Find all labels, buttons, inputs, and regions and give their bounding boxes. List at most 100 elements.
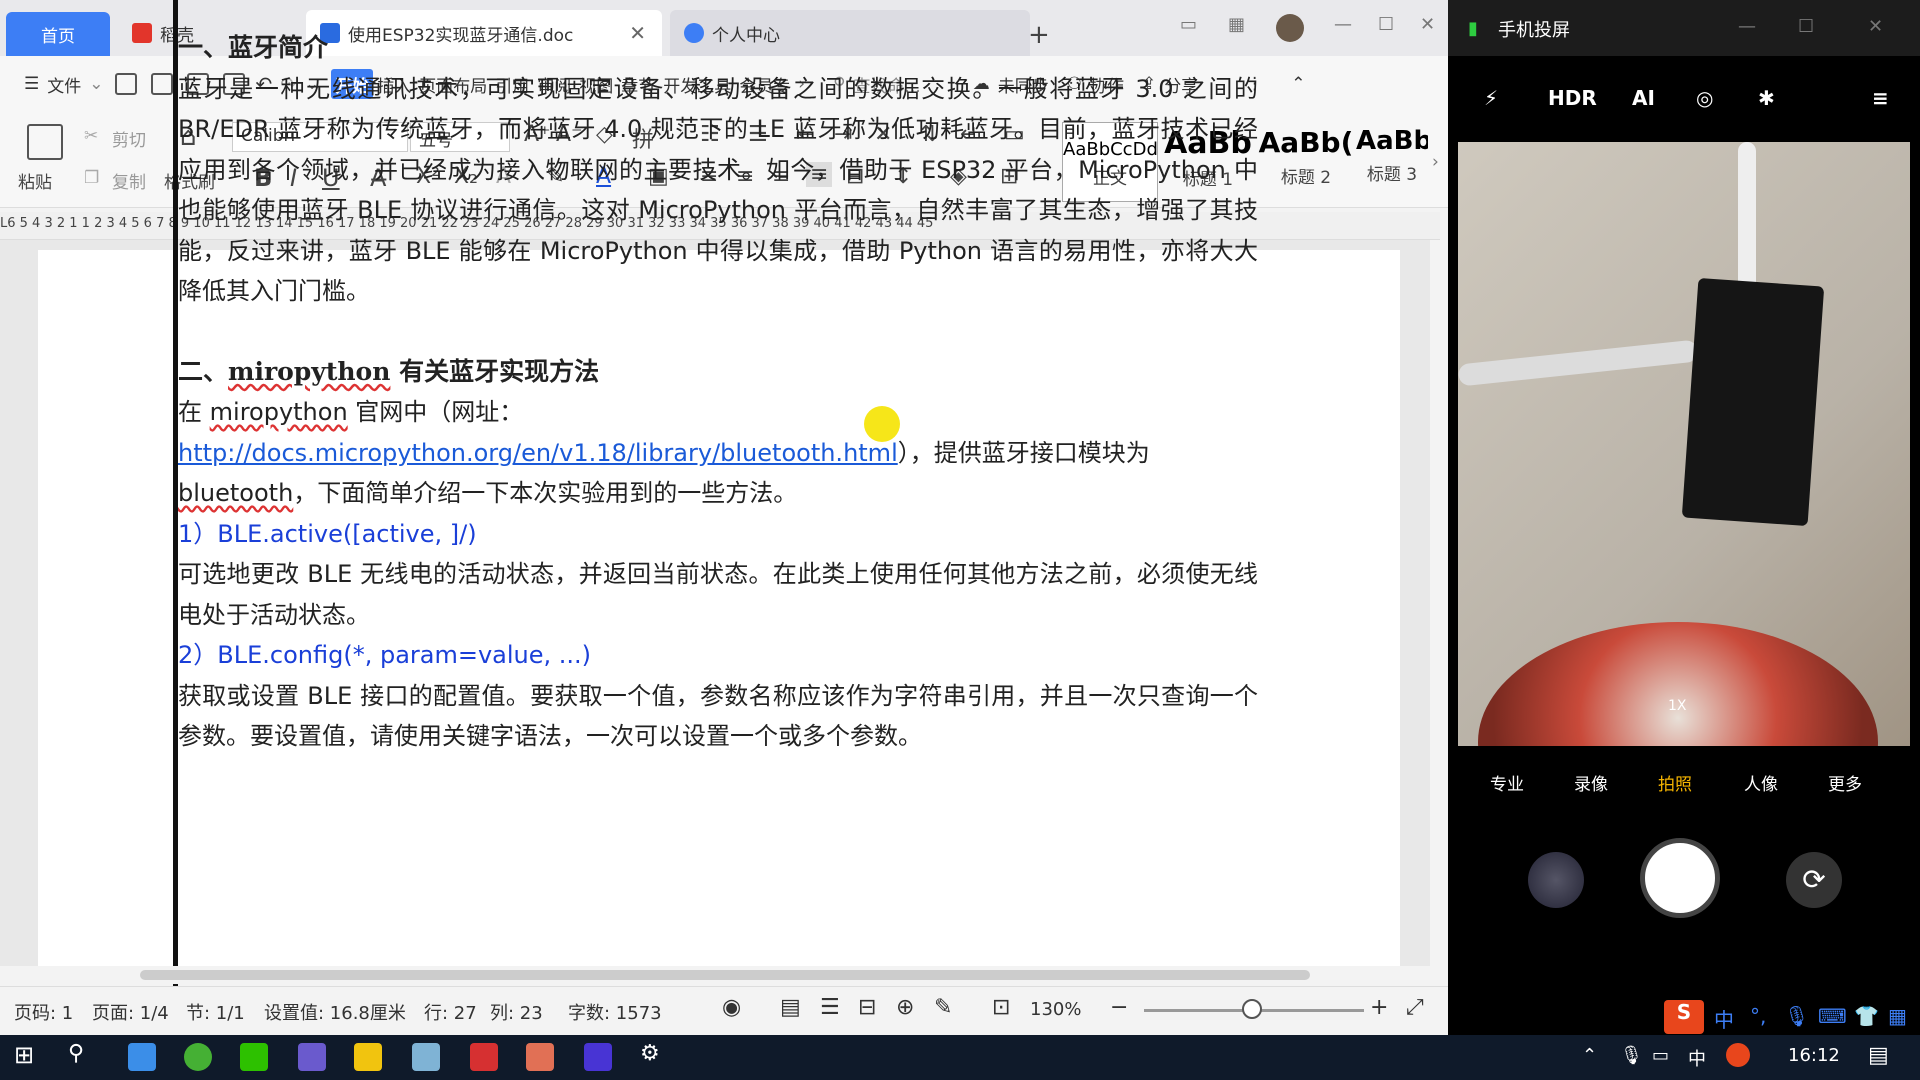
export-icon[interactable] bbox=[150, 73, 173, 95]
hdr-button[interactable]: HDR bbox=[1548, 86, 1597, 110]
menu-file[interactable]: 文件 bbox=[43, 69, 85, 99]
web-view-icon[interactable]: ⊕ bbox=[896, 995, 914, 1020]
phone-maximize-icon[interactable]: ☐ bbox=[1798, 16, 1814, 37]
method-config-desc: 获取或设置 BLE 接口的配置值。要获取一个值，参数名称应该作为字符串引用，并且… bbox=[178, 681, 1258, 751]
read-view-icon[interactable]: ⊟ bbox=[858, 995, 876, 1020]
gallery-thumbnail[interactable] bbox=[1528, 852, 1584, 908]
taskbar-clock[interactable]: 16:12 bbox=[1788, 1045, 1840, 1066]
phone-close-icon[interactable]: ✕ bbox=[1868, 16, 1883, 37]
status-page[interactable]: 页面: 1/4 bbox=[92, 999, 169, 1025]
file-explorer-icon[interactable] bbox=[354, 1043, 382, 1071]
status-row[interactable]: 行: 27 bbox=[424, 999, 477, 1025]
hamburger-icon[interactable]: ☰ bbox=[20, 69, 43, 99]
tray-sogou-icon[interactable] bbox=[1726, 1043, 1750, 1067]
phone-title-bar: ▮ 手机投屏 — ☐ ✕ bbox=[1448, 0, 1920, 56]
settings-gear-icon[interactable]: ⚙ bbox=[640, 1041, 668, 1069]
styles-more-icon[interactable]: › bbox=[1432, 152, 1439, 172]
zoom-in-icon[interactable]: + bbox=[1370, 995, 1388, 1020]
camera-viewfinder[interactable]: 1X bbox=[1458, 142, 1910, 746]
style-h2-label: 标题 2 bbox=[1280, 168, 1332, 188]
maximize-icon[interactable]: ☐ bbox=[1378, 14, 1394, 35]
fullscreen-icon[interactable]: ⤢ bbox=[1406, 995, 1424, 1020]
ime-mode[interactable]: 中 bbox=[1714, 1004, 1734, 1033]
collapse-ribbon-icon[interactable]: ⌃ bbox=[1287, 69, 1309, 99]
paste-button[interactable]: 粘贴 bbox=[18, 168, 52, 193]
page-view-icon[interactable]: ▤ bbox=[780, 995, 801, 1020]
sogou-icon[interactable]: S bbox=[1664, 1000, 1704, 1034]
horizontal-scrollbar[interactable] bbox=[0, 966, 1430, 984]
flash-off-icon[interactable]: ⚡ bbox=[1484, 86, 1498, 110]
camera-top-controls: ⚡ HDR AI ◎ ✱ ≡ bbox=[1448, 56, 1920, 140]
heading2-prefix: 二、 bbox=[178, 356, 229, 386]
zoom-slider-thumb[interactable] bbox=[1242, 999, 1262, 1019]
background-plate bbox=[1478, 622, 1878, 746]
status-setting[interactable]: 设置值: 16.8厘米 bbox=[264, 999, 406, 1025]
style-heading-3[interactable]: AaBb 标题 3 bbox=[1356, 122, 1428, 202]
mode-video[interactable]: 录像 bbox=[1574, 770, 1608, 795]
skin-icon[interactable]: 👕 bbox=[1854, 1004, 1879, 1028]
ai-button[interactable]: AI bbox=[1632, 86, 1655, 110]
heading2-word: miropython bbox=[228, 356, 391, 386]
mode-more[interactable]: 更多 bbox=[1828, 770, 1862, 795]
save-icon[interactable] bbox=[114, 73, 137, 95]
status-page-number[interactable]: 页码: 1 bbox=[14, 999, 73, 1025]
wechat-icon[interactable] bbox=[240, 1043, 268, 1071]
beauty-icon[interactable]: ✱ bbox=[1758, 86, 1775, 110]
live-photo-icon[interactable]: ◎ bbox=[1696, 86, 1713, 110]
browser-360-icon[interactable] bbox=[184, 1043, 212, 1071]
status-word-count[interactable]: 字数: 1573 bbox=[568, 999, 662, 1025]
write-view-icon[interactable]: ✎ bbox=[934, 995, 952, 1020]
cut-button[interactable]: 剪切 bbox=[112, 126, 146, 151]
zoom-indicator[interactable]: 1X bbox=[1668, 698, 1687, 714]
doc-link[interactable]: http://docs.micropython.org/en/v1.18/lib… bbox=[178, 439, 898, 467]
mode-pro[interactable]: 专业 bbox=[1490, 770, 1524, 795]
eye-icon[interactable]: ◉ bbox=[722, 995, 741, 1020]
thonny-icon[interactable] bbox=[584, 1043, 612, 1071]
keyboard-icon[interactable]: ⌨ bbox=[1818, 1004, 1847, 1028]
zoom-level[interactable]: 130% bbox=[1030, 999, 1081, 1020]
style-heading-2[interactable]: AaBb(标题 2 bbox=[1258, 122, 1354, 202]
search-taskbar-icon[interactable]: ⚲ bbox=[68, 1041, 96, 1069]
mode-photo[interactable]: 拍照 bbox=[1658, 770, 1692, 795]
avatar[interactable] bbox=[1276, 14, 1304, 42]
p2-word: miropython bbox=[209, 398, 348, 426]
tab-home[interactable]: 首页 bbox=[6, 12, 110, 56]
paste-icon[interactable] bbox=[27, 124, 63, 160]
outline-view-icon[interactable]: ☰ bbox=[820, 995, 840, 1020]
switch-camera-icon[interactable]: ⟳ bbox=[1786, 852, 1842, 908]
phone-minimize-icon[interactable]: — bbox=[1738, 16, 1756, 37]
wps-taskbar-icon[interactable] bbox=[470, 1043, 498, 1071]
status-section[interactable]: 节: 1/1 bbox=[186, 999, 245, 1025]
heading-bluetooth-intro: 一、蓝牙简介 bbox=[178, 33, 329, 62]
zoom-out-icon[interactable]: − bbox=[1110, 995, 1128, 1020]
document-content[interactable]: 一、蓝牙简介 蓝牙是一种无线通讯技术，可实现固定设备、移动设备之间的数据交换。一… bbox=[178, 28, 1258, 757]
usb-cable bbox=[1738, 142, 1756, 292]
phone-window-title: 手机投屏 bbox=[1498, 20, 1570, 41]
tray-ime[interactable]: 中 bbox=[1688, 1045, 1706, 1071]
mode-portrait[interactable]: 人像 bbox=[1744, 770, 1778, 795]
fit-page-icon[interactable]: ⊡ bbox=[992, 995, 1010, 1020]
camera-menu-icon[interactable]: ≡ bbox=[1872, 86, 1889, 110]
method-config: 2）BLE.config(*, param=value, ...) bbox=[178, 641, 592, 669]
vertical-scrollbar[interactable] bbox=[1430, 240, 1448, 970]
tray-chevron-icon[interactable]: ⌃ bbox=[1582, 1045, 1597, 1066]
network-app-icon[interactable] bbox=[128, 1043, 156, 1071]
app-icon-purple[interactable] bbox=[298, 1043, 326, 1071]
recorder-icon[interactable] bbox=[526, 1043, 554, 1071]
close-window-icon[interactable]: ✕ bbox=[1420, 14, 1435, 35]
copy-button[interactable]: 复制 bbox=[112, 168, 146, 193]
chevron-down-icon[interactable]: ⌄ bbox=[85, 69, 107, 99]
tray-mic-icon[interactable]: 🎙 bbox=[1620, 1045, 1643, 1066]
tools-icon[interactable]: ▦ bbox=[1888, 1004, 1907, 1028]
windows-start-icon[interactable]: ⊞ bbox=[14, 1041, 42, 1069]
shutter-button[interactable] bbox=[1640, 838, 1720, 918]
horizontal-scroll-thumb[interactable] bbox=[140, 970, 1310, 980]
mic-icon[interactable]: 🎙 bbox=[1784, 1004, 1809, 1028]
status-column[interactable]: 列: 23 bbox=[490, 999, 543, 1025]
paragraph-intro: 蓝牙是一种无线通讯技术，可实现固定设备、移动设备之间的数据交换。一般将蓝牙 3.… bbox=[178, 74, 1258, 306]
tray-battery-icon[interactable]: ▭ bbox=[1652, 1045, 1669, 1066]
minimize-icon[interactable]: — bbox=[1334, 14, 1352, 35]
notification-icon[interactable]: ▤ bbox=[1868, 1043, 1889, 1068]
notepad-icon[interactable] bbox=[412, 1043, 440, 1071]
punct-icon[interactable]: °, bbox=[1750, 1004, 1766, 1028]
